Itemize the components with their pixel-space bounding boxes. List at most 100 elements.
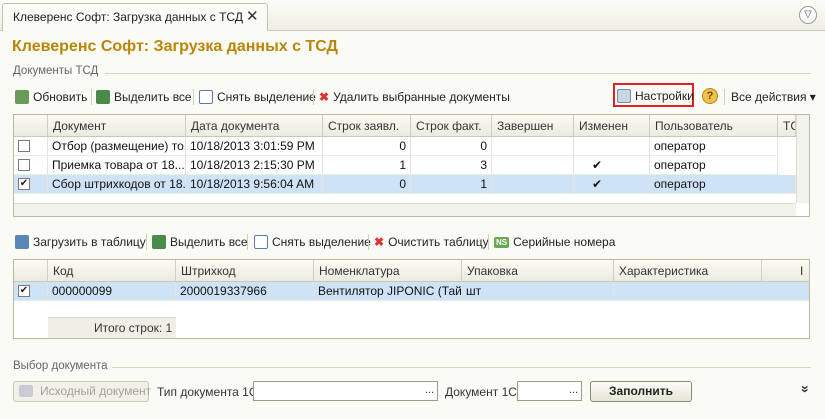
column-header[interactable]: ТС xyxy=(778,115,796,137)
table-row[interactable] xyxy=(14,137,48,156)
select-all-rows-button[interactable]: Выделить все xyxy=(152,231,248,253)
doc-1c-input[interactable]: ... xyxy=(517,381,582,401)
select-doc-type-button[interactable]: ... xyxy=(425,384,434,396)
doc-type-label: Тип документа 1С: xyxy=(157,385,261,399)
tab-title: Клеверенс Софт: Загрузка данных с ТСД xyxy=(13,10,243,24)
delete-docs-label: Удалить выбранные документы xyxy=(333,90,510,104)
separator xyxy=(91,89,92,105)
changed-cell[interactable] xyxy=(574,137,650,156)
column-header[interactable]: Дата документа xyxy=(186,115,323,137)
clear-label: Очистить таблицу xyxy=(388,235,489,249)
column-header[interactable]: Характеристика xyxy=(614,260,762,282)
all-actions-menu[interactable]: Все действия ▾ xyxy=(731,86,816,108)
item-cell[interactable]: Вентилятор JIPONIC (Тай... xyxy=(314,282,462,301)
table-row[interactable] xyxy=(14,156,48,175)
column-header[interactable]: Строк заявл. xyxy=(323,115,411,137)
select-doc-button[interactable]: ... xyxy=(569,384,578,396)
row-checkbox[interactable] xyxy=(18,159,30,171)
checkbox-column-header xyxy=(14,115,48,137)
delete-docs-button[interactable]: ✖ Удалить выбранные документы xyxy=(319,86,510,108)
items-table[interactable]: Код Штрихкод Номенклатура Упаковка Харак… xyxy=(13,259,810,339)
deselect-label: Снять выделение xyxy=(217,90,316,104)
row-checkbox[interactable]: ✔ xyxy=(18,285,30,297)
column-header[interactable]: Пользователь xyxy=(650,115,778,137)
checkbox-column-header xyxy=(14,260,48,282)
done-cell[interactable] xyxy=(492,175,574,194)
user-cell[interactable]: оператор xyxy=(650,156,778,175)
horizontal-scrollbar[interactable] xyxy=(14,203,796,216)
doc-cell[interactable]: Отбор (размещение) то... xyxy=(48,137,186,156)
column-header[interactable]: Штрихкод xyxy=(176,260,314,282)
fill-button[interactable]: Заполнить xyxy=(590,381,692,402)
table-row[interactable]: ✔ xyxy=(14,282,48,301)
column-header[interactable]: Документ xyxy=(48,115,186,137)
refresh-button[interactable]: Обновить xyxy=(15,86,87,108)
refresh-icon xyxy=(15,90,29,104)
declared-cell[interactable]: 0 xyxy=(323,137,411,156)
table-row[interactable]: ✔ xyxy=(14,175,48,194)
source-doc-label: Исходный документ xyxy=(40,384,152,398)
column-header[interactable]: Строк факт. xyxy=(411,115,492,137)
page-title: Клеверенс Софт: Загрузка данных с ТСД xyxy=(12,38,338,55)
help-icon[interactable]: ? xyxy=(702,88,718,104)
settings-button[interactable]: Настройки xyxy=(617,85,694,107)
doc-cell[interactable]: Приемка товара от 18.... xyxy=(48,156,186,175)
documents-group-line xyxy=(105,73,811,74)
date-cell[interactable]: 10/18/2013 9:56:04 AM xyxy=(186,175,323,194)
tab-main[interactable]: Клеверенс Софт: Загрузка данных с ТСД ✕ xyxy=(2,3,268,31)
source-document-button[interactable]: Исходный документ xyxy=(13,381,152,402)
clear-table-button[interactable]: ✖ Очистить таблицу xyxy=(374,231,489,253)
close-icon[interactable]: ✕ xyxy=(246,7,259,25)
user-cell[interactable]: оператор xyxy=(650,137,778,156)
done-cell[interactable] xyxy=(492,137,574,156)
deselect-rows-button[interactable]: Снять выделение xyxy=(254,231,371,253)
column-header[interactable]: I xyxy=(762,260,809,282)
changed-cell[interactable]: ✔ xyxy=(574,156,650,175)
delete-icon: ✖ xyxy=(374,235,385,249)
document-icon xyxy=(19,385,33,397)
settings-icon xyxy=(617,89,631,103)
date-cell[interactable]: 10/18/2013 2:15:30 PM xyxy=(186,156,323,175)
code-cell[interactable]: 000000099 xyxy=(48,282,176,301)
doc-cell[interactable]: Сбор штрихкодов от 18.... xyxy=(48,175,186,194)
fact-cell[interactable]: 3 xyxy=(411,156,492,175)
row-checkbox[interactable] xyxy=(18,140,30,152)
select-all-icon xyxy=(152,235,166,249)
load-to-table-button[interactable]: Загрузить в таблицу xyxy=(15,231,146,253)
more-icon[interactable]: » xyxy=(798,385,814,393)
column-header[interactable]: Завершен xyxy=(492,115,574,137)
column-header[interactable]: Упаковка xyxy=(462,260,614,282)
select-all-docs-button[interactable]: Выделить все xyxy=(96,86,192,108)
settings-label: Настройки xyxy=(635,89,694,103)
deselect-icon xyxy=(254,235,268,249)
user-cell[interactable]: оператор xyxy=(650,175,796,194)
window-menu-icon[interactable]: ▽ xyxy=(799,6,817,24)
changed-cell[interactable]: ✔ xyxy=(574,175,650,194)
column-header[interactable]: Код xyxy=(48,260,176,282)
row-checkbox[interactable]: ✔ xyxy=(18,178,30,190)
separator xyxy=(146,234,147,250)
separator xyxy=(368,234,369,250)
download-icon xyxy=(15,235,29,249)
deselect-label: Снять выделение xyxy=(272,235,371,249)
serial-numbers-button[interactable]: NS Серийные номера xyxy=(494,231,615,253)
char-cell[interactable] xyxy=(614,282,809,301)
deselect-docs-button[interactable]: Снять выделение xyxy=(199,86,316,108)
date-cell[interactable]: 10/18/2013 3:01:59 PM xyxy=(186,137,323,156)
column-header[interactable]: Изменен xyxy=(574,115,650,137)
select-all-label: Выделить все xyxy=(170,235,248,249)
deselect-icon xyxy=(199,90,213,104)
documents-group-label: Документы ТСД xyxy=(13,65,99,77)
documents-table[interactable]: Документ Дата документа Строк заявл. Стр… xyxy=(13,114,810,217)
done-cell[interactable] xyxy=(492,156,574,175)
choose-group-line xyxy=(112,367,811,368)
column-header[interactable]: Номенклатура xyxy=(314,260,462,282)
declared-cell[interactable]: 0 xyxy=(323,175,411,194)
vertical-scrollbar[interactable] xyxy=(796,115,809,203)
barcode-cell[interactable]: 2000019337966 xyxy=(176,282,314,301)
doc-type-input[interactable]: ... xyxy=(253,381,438,401)
declared-cell[interactable]: 1 xyxy=(323,156,411,175)
fact-cell[interactable]: 0 xyxy=(411,137,492,156)
fact-cell[interactable]: 1 xyxy=(411,175,492,194)
pack-cell[interactable]: шт xyxy=(462,282,614,301)
